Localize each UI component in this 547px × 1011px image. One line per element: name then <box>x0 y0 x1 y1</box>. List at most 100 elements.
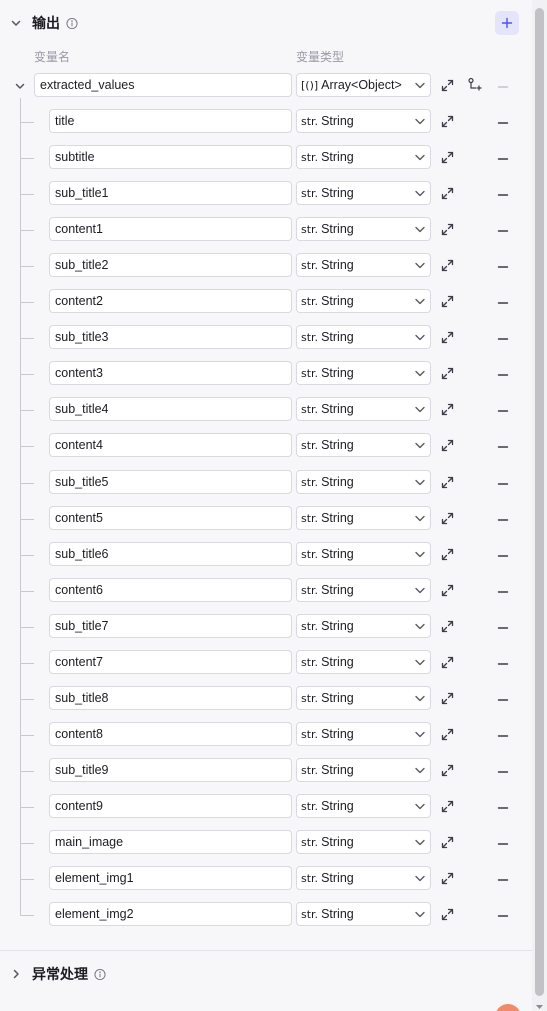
variable-name-input[interactable]: sub_title6 <box>49 542 292 566</box>
remove-field-icon[interactable] <box>497 368 509 380</box>
variable-name-input[interactable]: sub_title2 <box>49 253 292 277</box>
expand-icon[interactable] <box>441 908 454 921</box>
expand-icon[interactable] <box>441 872 454 885</box>
remove-field-icon[interactable] <box>497 152 509 164</box>
expand-icon[interactable] <box>441 115 454 128</box>
variable-type-select[interactable]: str. String <box>296 758 431 782</box>
expand-icon[interactable] <box>441 692 454 705</box>
variable-name-input[interactable]: title <box>49 109 292 133</box>
variable-type-select[interactable]: str. String <box>296 253 431 277</box>
variable-name-input[interactable]: content3 <box>49 361 292 385</box>
expand-icon[interactable] <box>441 79 454 92</box>
variable-name-input[interactable]: sub_title5 <box>49 470 292 494</box>
remove-field-icon[interactable] <box>497 729 509 741</box>
add-child-icon[interactable] <box>467 77 483 93</box>
remove-field-icon[interactable] <box>497 837 509 849</box>
remove-field-icon[interactable] <box>497 801 509 813</box>
variable-name-input[interactable]: sub_title7 <box>49 614 292 638</box>
variable-name-input[interactable]: sub_title9 <box>49 758 292 782</box>
remove-field-icon[interactable] <box>497 260 509 272</box>
variable-type-select[interactable]: str. String <box>296 614 431 638</box>
variable-type-select[interactable]: str. String <box>296 181 431 205</box>
variable-name-input[interactable]: sub_title8 <box>49 686 292 710</box>
variable-name-input[interactable]: content8 <box>49 722 292 746</box>
scrollbar-thumb[interactable] <box>535 8 544 996</box>
variable-type-select[interactable]: str. String <box>296 830 431 854</box>
remove-field-icon[interactable] <box>497 332 509 344</box>
variable-type-select[interactable]: str. String <box>296 325 431 349</box>
chevron-right-icon[interactable] <box>10 968 22 980</box>
variable-type-select[interactable]: str. String <box>296 866 431 890</box>
expand-icon[interactable] <box>441 764 454 777</box>
variable-type-select[interactable]: str. String <box>296 109 431 133</box>
expand-icon[interactable] <box>441 403 454 416</box>
exception-section-header[interactable]: 异常处理 <box>10 962 106 986</box>
remove-field-icon[interactable] <box>497 765 509 777</box>
info-icon[interactable] <box>94 968 106 981</box>
info-icon[interactable] <box>66 17 78 30</box>
expand-icon[interactable] <box>441 800 454 813</box>
expand-icon[interactable] <box>441 836 454 849</box>
expand-icon[interactable] <box>441 728 454 741</box>
variable-name-input[interactable]: element_img1 <box>49 866 292 890</box>
variable-name-input[interactable]: subtitle <box>49 145 292 169</box>
remove-field-icon[interactable] <box>497 224 509 236</box>
variable-type-select[interactable]: str. String <box>296 794 431 818</box>
variable-type-select[interactable]: str. String <box>296 289 431 313</box>
variable-name-input[interactable]: sub_title1 <box>49 181 292 205</box>
variable-name-input[interactable]: content6 <box>49 578 292 602</box>
variable-type-select[interactable]: str. String <box>296 361 431 385</box>
expand-icon[interactable] <box>441 223 454 236</box>
variable-name-input[interactable]: content9 <box>49 794 292 818</box>
remove-field-icon[interactable] <box>497 404 509 416</box>
variable-type-select[interactable]: str. String <box>296 397 431 421</box>
expand-icon[interactable] <box>441 620 454 633</box>
remove-field-icon[interactable] <box>497 621 509 633</box>
expand-icon[interactable] <box>441 439 454 452</box>
expand-icon[interactable] <box>441 187 454 200</box>
expand-icon[interactable] <box>441 295 454 308</box>
remove-field-icon[interactable] <box>497 116 509 128</box>
variable-type-select[interactable]: str. String <box>296 145 431 169</box>
expand-icon[interactable] <box>441 548 454 561</box>
expand-icon[interactable] <box>441 259 454 272</box>
variable-type-select[interactable]: str. String <box>296 650 431 674</box>
expand-icon[interactable] <box>441 331 454 344</box>
variable-type-select[interactable]: str. String <box>296 433 431 457</box>
variable-name-input[interactable]: content5 <box>49 506 292 530</box>
variable-type-select[interactable]: str. String <box>296 578 431 602</box>
remove-field-icon[interactable] <box>497 909 509 921</box>
variable-type-select[interactable]: str. String <box>296 542 431 566</box>
variable-name-input[interactable]: content7 <box>49 650 292 674</box>
remove-field-icon[interactable] <box>497 657 509 669</box>
variable-name-input[interactable]: content4 <box>49 433 292 457</box>
variable-name-input[interactable]: sub_title3 <box>49 325 292 349</box>
variable-name-input[interactable]: content2 <box>49 289 292 313</box>
variable-name-input[interactable]: content1 <box>49 217 292 241</box>
variable-name-input[interactable]: extracted_values <box>34 73 292 97</box>
chevron-down-icon[interactable] <box>10 17 22 29</box>
variable-name-input[interactable]: main_image <box>49 830 292 854</box>
expand-icon[interactable] <box>441 476 454 489</box>
remove-field-icon[interactable] <box>497 296 509 308</box>
expand-icon[interactable] <box>441 584 454 597</box>
output-section-header[interactable]: 输出 <box>10 11 78 35</box>
variable-type-select[interactable]: [()] Array<Object> <box>296 73 431 97</box>
remove-field-icon[interactable] <box>497 440 509 452</box>
remove-field-icon[interactable] <box>497 693 509 705</box>
variable-name-input[interactable]: sub_title4 <box>49 397 292 421</box>
variable-type-select[interactable]: str. String <box>296 722 431 746</box>
remove-field-icon[interactable] <box>497 477 509 489</box>
variable-type-select[interactable]: str. String <box>296 902 431 926</box>
remove-field-icon[interactable] <box>497 513 509 525</box>
expand-icon[interactable] <box>441 367 454 380</box>
variable-type-select[interactable]: str. String <box>296 217 431 241</box>
remove-field-icon[interactable] <box>497 585 509 597</box>
chevron-down-icon[interactable] <box>14 80 26 92</box>
variable-type-select[interactable]: str. String <box>296 506 431 530</box>
scroll-down-arrow-icon[interactable] <box>535 998 544 1009</box>
variable-name-input[interactable]: element_img2 <box>49 902 292 926</box>
remove-field-icon[interactable] <box>497 549 509 561</box>
expand-icon[interactable] <box>441 512 454 525</box>
variable-type-select[interactable]: str. String <box>296 470 431 494</box>
